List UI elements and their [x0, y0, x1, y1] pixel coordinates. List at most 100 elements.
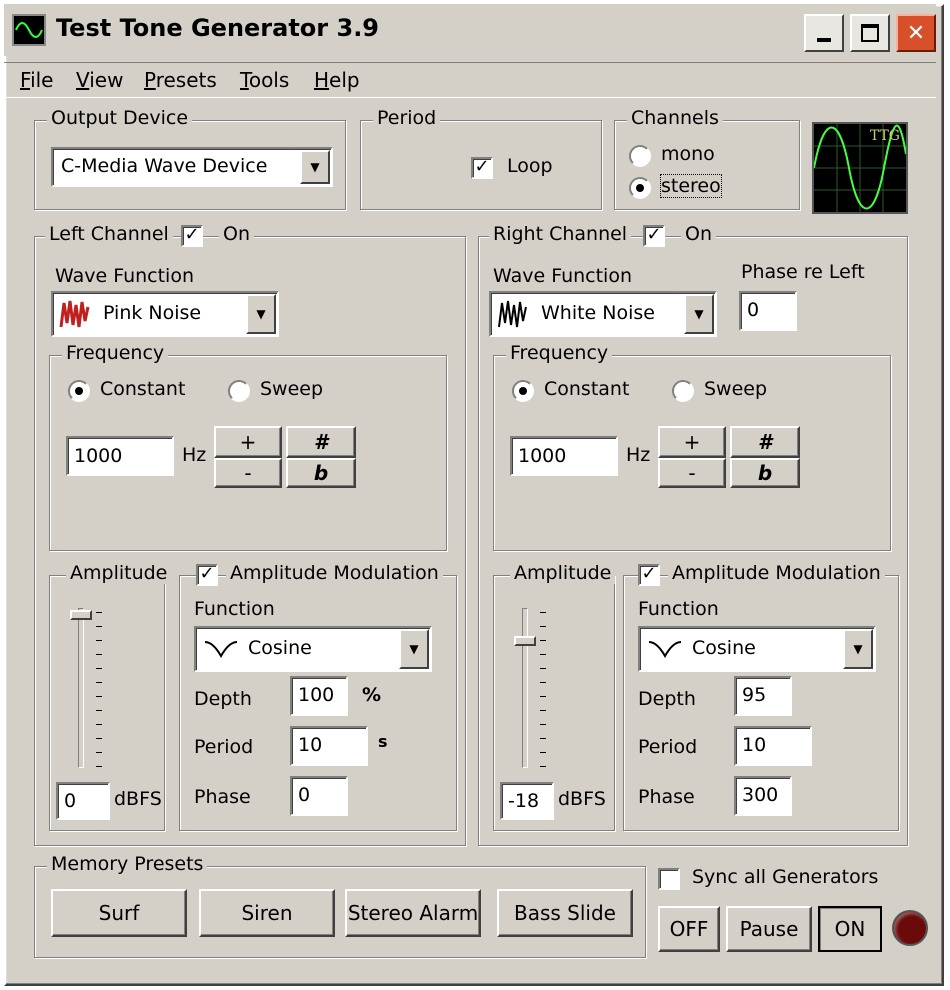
chevron-down-icon[interactable]: ▼: [684, 294, 714, 334]
slider-tick: [96, 724, 102, 725]
left-function-select[interactable]: Cosine ▼: [194, 626, 432, 672]
left-plus-button[interactable]: +: [214, 426, 282, 458]
left-phase-label: Phase: [194, 786, 251, 808]
left-depth-input[interactable]: 100: [290, 676, 348, 716]
mono-label: mono: [661, 143, 715, 165]
right-period-input[interactable]: 10: [734, 726, 812, 766]
left-constant-radio[interactable]: [68, 380, 90, 402]
slider-tick: [96, 654, 102, 655]
loop-checkbox[interactable]: ✓: [471, 157, 493, 179]
left-amplitude-label: Amplitude: [66, 562, 172, 584]
right-amplitude-input[interactable]: -18: [500, 782, 554, 820]
right-frequency-label: Frequency: [506, 342, 613, 364]
left-function-label: Function: [194, 598, 275, 620]
preset-siren-button[interactable]: Siren: [199, 889, 335, 937]
right-sweep-label: Sweep: [704, 378, 768, 400]
menu-view[interactable]: View: [76, 68, 123, 92]
left-minus-button[interactable]: -: [214, 458, 282, 488]
right-channel-label: Right Channel: [489, 223, 632, 245]
right-wave-value: White Noise: [541, 302, 655, 324]
left-amplitude-slider[interactable]: [70, 610, 92, 621]
right-plus-button[interactable]: +: [658, 426, 726, 458]
sync-checkbox[interactable]: [658, 868, 680, 890]
stereo-radio[interactable]: [629, 177, 651, 199]
right-am-checkbox[interactable]: ✓: [638, 564, 660, 586]
left-am-checkbox[interactable]: ✓: [196, 564, 218, 586]
chevron-down-icon[interactable]: ▼: [246, 294, 276, 334]
right-sharp-button[interactable]: #: [730, 426, 800, 458]
off-button[interactable]: OFF: [658, 906, 720, 952]
left-dbfs-label: dBFS: [114, 788, 162, 810]
slider-tick: [540, 752, 546, 753]
slider-tick: [540, 668, 546, 669]
right-amplitude-label: Amplitude: [510, 562, 616, 584]
phase-re-left-label: Phase re Left: [741, 261, 865, 283]
right-depth-input[interactable]: 95: [734, 676, 792, 716]
right-frequency-input[interactable]: 1000: [510, 436, 618, 476]
left-amplitude-track[interactable]: [78, 608, 84, 768]
left-amplitude-input[interactable]: 0: [56, 782, 110, 820]
pause-button[interactable]: Pause: [726, 906, 812, 952]
left-sharp-button[interactable]: #: [286, 426, 356, 458]
menu-file[interactable]: File: [20, 68, 53, 92]
preset-stereo-alarm-button[interactable]: Stereo Alarm: [345, 889, 481, 937]
right-amplitude-slider[interactable]: [514, 636, 536, 646]
left-wave-label: Wave Function: [55, 265, 195, 287]
right-depth-label: Depth: [638, 688, 696, 710]
left-on-checkbox[interactable]: ✓: [181, 225, 203, 247]
left-am-label: Amplitude Modulation: [226, 562, 443, 584]
minimize-icon: [817, 38, 831, 42]
right-minus-button[interactable]: -: [658, 458, 726, 488]
menu-presets[interactable]: Presets: [144, 68, 217, 92]
preset-surf-button[interactable]: Surf: [51, 889, 187, 937]
logo-text: TTG: [869, 128, 900, 144]
status-indicator-light: [892, 910, 928, 946]
right-dbfs-label: dBFS: [558, 788, 606, 810]
maximize-button[interactable]: [850, 14, 890, 52]
on-button[interactable]: ON: [818, 906, 882, 952]
slider-tick: [96, 626, 102, 627]
right-constant-radio[interactable]: [512, 380, 534, 402]
minimize-button[interactable]: [804, 14, 844, 52]
right-on-checkbox[interactable]: ✓: [643, 225, 665, 247]
left-frequency-input[interactable]: 1000: [66, 436, 174, 476]
close-button[interactable]: ✕: [896, 14, 936, 52]
left-channel-label: Left Channel: [45, 223, 173, 245]
chevron-down-icon[interactable]: ▼: [843, 629, 873, 669]
sync-label: Sync all Generators: [692, 866, 879, 888]
left-flat-button[interactable]: b: [286, 458, 356, 488]
left-phase-input[interactable]: 0: [290, 776, 348, 816]
right-sweep-radio[interactable]: [672, 380, 694, 402]
loop-label: Loop: [507, 155, 553, 177]
preset-bass-slide-button[interactable]: Bass Slide: [497, 889, 633, 937]
right-wave-select[interactable]: White Noise ▼: [489, 291, 717, 337]
right-amplitude-track[interactable]: [522, 608, 528, 768]
slider-tick: [96, 766, 102, 767]
output-device-select[interactable]: C-Media Wave Device ▼: [51, 147, 333, 187]
left-period-input[interactable]: 10: [290, 726, 368, 766]
left-channel-group: Left Channel ✓ On Wave Function Pink Noi…: [34, 223, 466, 846]
right-function-label: Function: [638, 598, 719, 620]
chevron-down-icon[interactable]: ▼: [300, 150, 330, 184]
menu-help[interactable]: Help: [314, 68, 360, 92]
close-icon: ✕: [906, 20, 926, 46]
period-group: Period ✓ Loop: [360, 107, 602, 210]
right-phase-input[interactable]: 300: [734, 776, 792, 816]
left-frequency-label: Frequency: [62, 342, 169, 364]
mono-radio[interactable]: [629, 145, 651, 167]
left-sweep-radio[interactable]: [228, 380, 250, 402]
slider-tick: [96, 612, 102, 613]
right-function-value: Cosine: [692, 637, 756, 659]
left-wave-select[interactable]: Pink Noise ▼: [51, 291, 279, 337]
left-frequency-group: Frequency Constant Sweep 1000 Hz + - # b: [49, 342, 447, 551]
phase-re-left-input[interactable]: 0: [739, 291, 797, 331]
chevron-down-icon[interactable]: ▼: [399, 629, 429, 669]
right-flat-button[interactable]: b: [730, 458, 800, 488]
right-function-select[interactable]: Cosine ▼: [638, 626, 876, 672]
left-period-label: Period: [194, 736, 254, 758]
output-device-value: C-Media Wave Device: [61, 155, 268, 177]
menu-tools[interactable]: Tools: [240, 68, 289, 92]
slider-tick: [540, 724, 546, 725]
right-frequency-group: Frequency Constant Sweep 1000 Hz + - # b: [493, 342, 891, 551]
title-bar: Test Tone Generator 3.9 ✕: [4, 4, 936, 56]
